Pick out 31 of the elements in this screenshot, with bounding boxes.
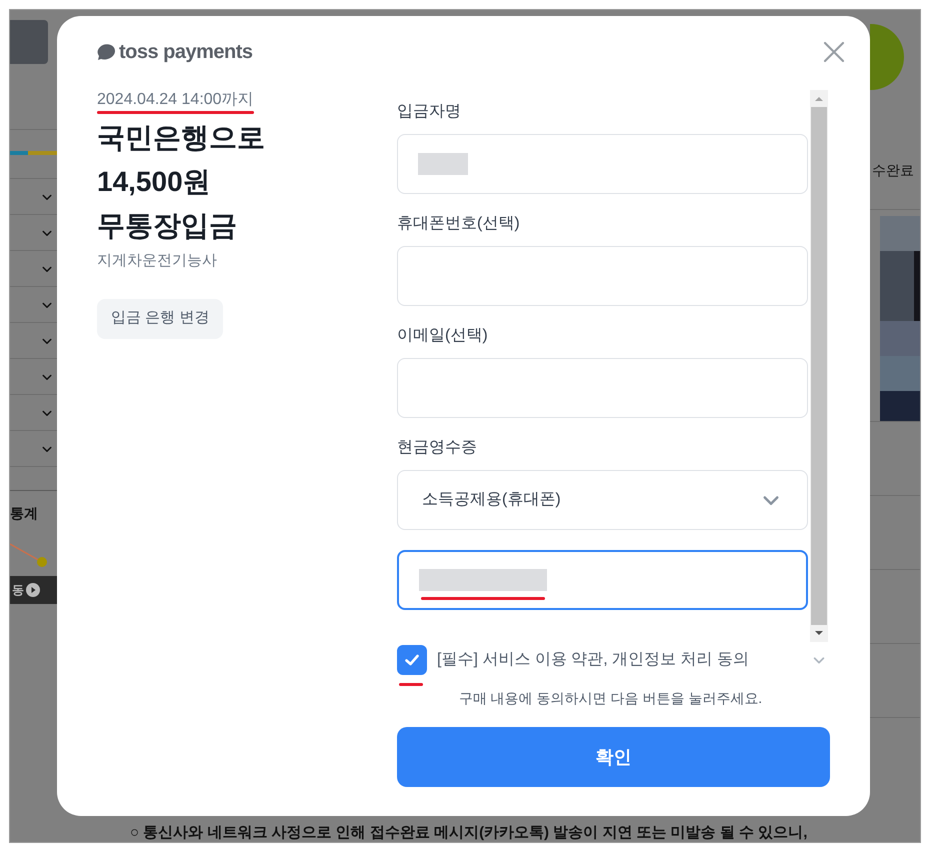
redacted-value xyxy=(418,153,468,175)
agreement-checkbox[interactable] xyxy=(397,645,427,675)
field-label: 입금자명 xyxy=(397,102,462,122)
field-label: 현금영수증 xyxy=(397,438,478,458)
deadline-text: 2024.04.24 14:00까지 xyxy=(97,90,254,110)
change-bank-button[interactable]: 입금 은행 변경 xyxy=(97,298,224,338)
field-label: 이메일(선택) xyxy=(397,326,489,346)
play-icon[interactable] xyxy=(26,583,40,597)
select-field[interactable]: 소득공제용(휴대폰) xyxy=(397,470,808,530)
annotation-underline xyxy=(399,683,423,686)
bar-label: 동 xyxy=(12,582,24,599)
close-button[interactable] xyxy=(822,40,846,64)
scroll-thumb[interactable] xyxy=(811,107,827,625)
status-text: 수완료 xyxy=(872,161,915,180)
notice-text: ○ 통신사와 네트워크 사정으로 인해 접수완료 메시지(카카오톡) 발송이 지연 또는 미발송 될 수 있으니, xyxy=(130,824,808,842)
agreement-text: [필수] 서비스 이용 약관, 개인정보 처리 동의 xyxy=(437,650,750,670)
logo-icon xyxy=(97,43,117,61)
brand-logo: toss payments xyxy=(119,42,253,62)
instruction-text: 구매 내용에 동의하시면 다음 버튼을 눌러주세요. xyxy=(458,689,762,708)
headline-text: 14,500원 xyxy=(97,165,212,199)
dark-panel xyxy=(10,20,48,64)
headline-text: 국민은행으로 xyxy=(97,121,266,155)
headline-text: 무통장입금 xyxy=(97,209,238,243)
select-value: 소득공제용(휴대폰) xyxy=(422,490,561,510)
close-icon xyxy=(822,40,846,64)
confirm-button[interactable]: 확인 xyxy=(397,727,830,787)
merchant-name: 지게차운전기능사 xyxy=(97,251,218,271)
section-title: 통계 xyxy=(10,504,39,523)
field-label: 휴대폰번호(선택) xyxy=(397,214,521,234)
scrollbar[interactable] xyxy=(810,90,828,642)
input-field[interactable] xyxy=(397,550,808,610)
